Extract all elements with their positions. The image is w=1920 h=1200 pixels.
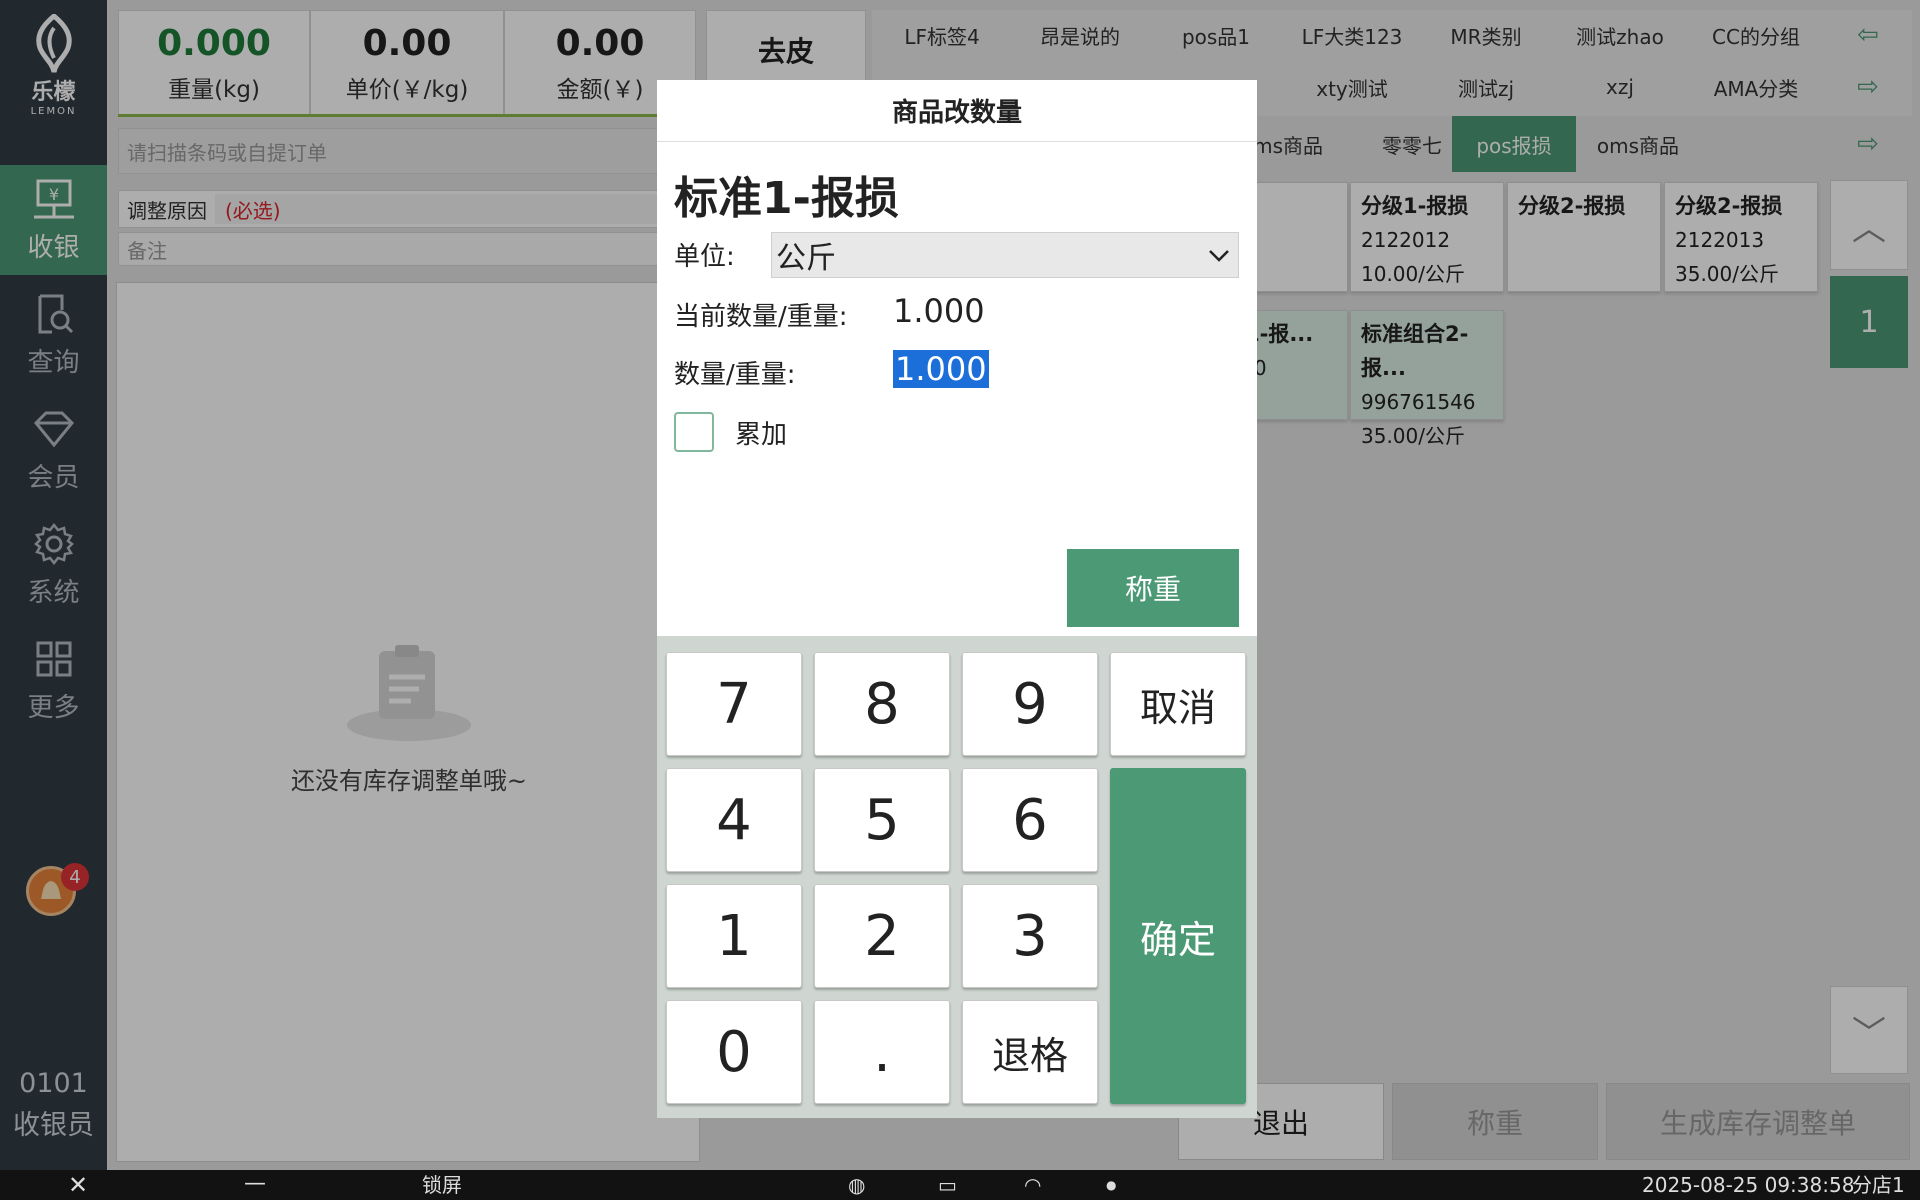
change-quantity-dialog: 商品改数量 标准1-报损 单位: 公斤 当前数量/重量: 1.000 数量/重量… — [657, 80, 1257, 1118]
key-5[interactable]: 5 — [814, 768, 950, 872]
qty-input-selected-text: 1.000 — [893, 350, 989, 388]
unit-select-value: 公斤 — [776, 241, 836, 276]
dialog-product-name: 标准1-报损 — [674, 173, 899, 224]
system-taskbar: ✕ — 锁屏 ◍ ▭ ◠ ● 2025-08-25 09:38:58 分店1 — [0, 1170, 1920, 1200]
current-qty-label: 当前数量/重量: — [674, 302, 848, 332]
key-8[interactable]: 8 — [814, 652, 950, 756]
key-0[interactable]: 0 — [666, 1000, 802, 1104]
monitor-icon[interactable]: ▭ — [938, 1170, 957, 1200]
close-icon[interactable]: ✕ — [68, 1170, 88, 1200]
chevron-down-icon — [1209, 250, 1229, 262]
wifi-icon[interactable]: ◠ — [1024, 1170, 1041, 1200]
numeric-keypad: 7 8 9 取消 4 5 6 1 2 3 0 . 退格 确定 — [657, 636, 1257, 1118]
unit-label: 单位: — [674, 242, 735, 272]
dialog-title: 商品改数量 — [657, 80, 1257, 142]
dialog-weigh-button[interactable]: 称重 — [1067, 549, 1239, 627]
key-7[interactable]: 7 — [666, 652, 802, 756]
key-dot[interactable]: . — [814, 1000, 950, 1104]
qty-label: 数量/重量: — [674, 360, 796, 390]
key-4[interactable]: 4 — [666, 768, 802, 872]
lock-screen-button[interactable]: 锁屏 — [422, 1170, 462, 1200]
qty-input[interactable]: 1.000 — [893, 350, 989, 388]
backspace-key[interactable]: 退格 — [962, 1000, 1098, 1104]
key-3[interactable]: 3 — [962, 884, 1098, 988]
cancel-key[interactable]: 取消 — [1110, 652, 1246, 756]
taskbar-store: 分店1 — [1852, 1173, 1905, 1197]
key-2[interactable]: 2 — [814, 884, 950, 988]
confirm-key[interactable]: 确定 — [1110, 768, 1246, 1104]
key-6[interactable]: 6 — [962, 768, 1098, 872]
accumulate-label: 累加 — [735, 420, 788, 450]
status-dot-icon: ● — [1106, 1178, 1117, 1192]
globe-icon[interactable]: ◍ — [848, 1170, 865, 1200]
minimize-icon[interactable]: — — [244, 1170, 266, 1198]
accumulate-checkbox[interactable] — [674, 412, 714, 452]
unit-select[interactable]: 公斤 — [771, 232, 1239, 278]
key-1[interactable]: 1 — [666, 884, 802, 988]
key-9[interactable]: 9 — [962, 652, 1098, 756]
current-qty-value: 1.000 — [893, 292, 985, 330]
taskbar-datetime: 2025-08-25 09:38:58 — [1642, 1173, 1855, 1197]
